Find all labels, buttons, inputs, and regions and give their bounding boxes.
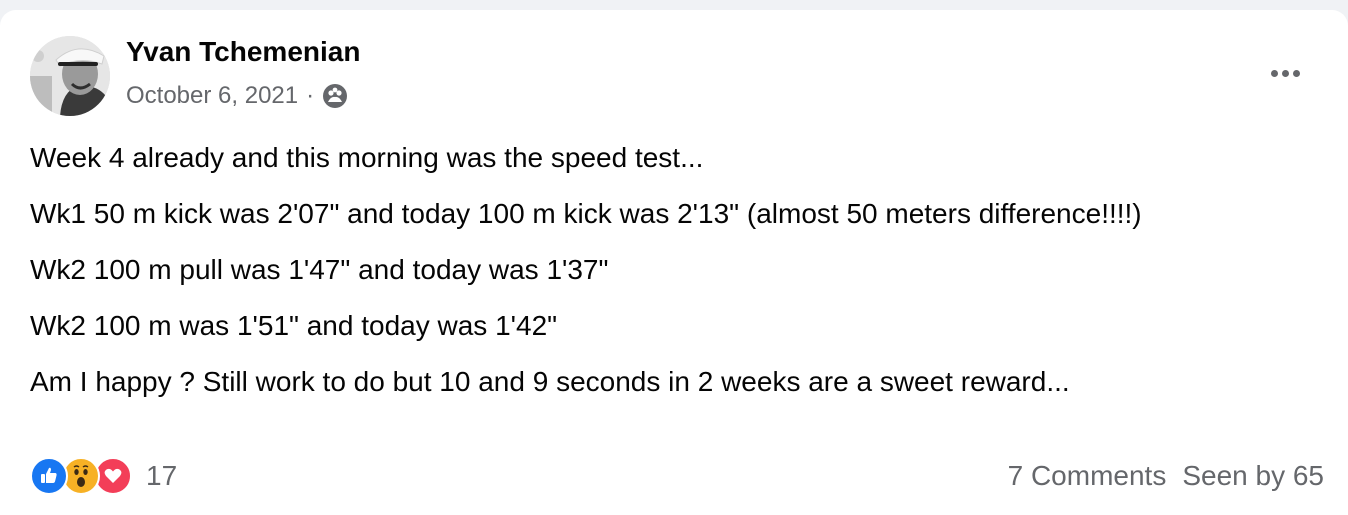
meta-separator: · [306,82,315,109]
more-options-icon[interactable] [1262,58,1308,88]
post-line: Am I happy ? Still work to do but 10 and… [30,366,1070,397]
more-dot [1270,69,1278,77]
comments-link[interactable]: 7 Comments [1008,460,1167,492]
avatar[interactable] [30,36,110,116]
post-footer: 17 7 Comments Seen by 65 [30,454,1324,498]
post-card: Yvan Tchemenian October 6, 2021 · Week 4… [0,10,1348,515]
like-reaction-icon [30,457,68,495]
more-dot [1292,69,1300,77]
post-line: Wk2 100 m was 1'51" and today was 1'42" [30,310,558,341]
post-date[interactable]: October 6, 2021 [126,82,298,110]
group-audience-icon[interactable] [322,83,348,109]
author-name[interactable]: Yvan Tchemenian [126,36,360,68]
reaction-count[interactable]: 17 [146,460,177,492]
reactions-summary[interactable]: 17 [30,457,177,495]
more-dot [1281,69,1289,77]
post-stats: 7 Comments Seen by 65 [1008,460,1324,492]
post-line: Wk1 50 m kick was 2'07" and today 100 m … [30,198,1142,229]
seen-by-link[interactable]: Seen by 65 [1182,460,1324,492]
post-line: Wk2 100 m pull was 1'47" and today was 1… [30,254,609,285]
post-line: Week 4 already and this morning was the … [30,142,704,173]
avatar-photo [30,36,110,116]
post-body: Week 4 already and this morning was the … [30,130,1320,410]
post-meta: October 6, 2021 · [126,80,348,112]
